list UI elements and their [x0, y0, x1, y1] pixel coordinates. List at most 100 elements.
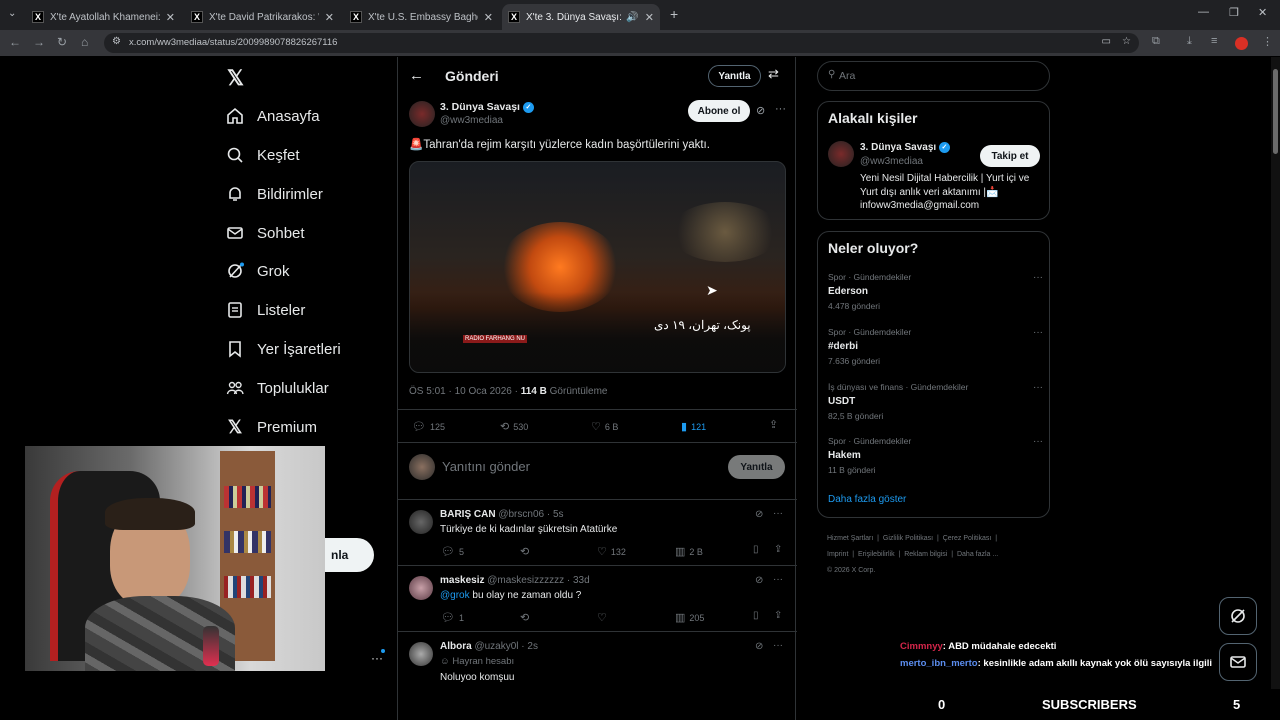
bookmark-count[interactable]: ▮ 121: [681, 420, 706, 433]
close-icon[interactable]: ✕: [645, 11, 654, 24]
nav-item-messages[interactable]: Sohbet: [225, 223, 305, 243]
search-box[interactable]: ⚲ Ara: [817, 61, 1050, 91]
close-icon[interactable]: ✕: [484, 11, 493, 24]
reply-item[interactable]: Albora @uzaky0l · 2s ⊘ ··· ☺ Hayran hesa…: [398, 631, 797, 691]
grok-float-button[interactable]: [1219, 597, 1257, 635]
trend-item[interactable]: Spor · Gündemdekiler #derbi 7.636 gönder…: [828, 327, 1043, 366]
close-icon[interactable]: ✕: [325, 11, 334, 24]
trend-item[interactable]: İş dünyası ve finans · Gündemdekiler USD…: [828, 382, 1043, 421]
grok-icon[interactable]: ⊘: [755, 575, 763, 586]
mention-link[interactable]: @grok: [440, 590, 470, 601]
menu-icon[interactable]: ⋮: [1262, 35, 1273, 48]
close-icon[interactable]: ✕: [166, 11, 175, 24]
footer-link[interactable]: Çerez Politikası: [943, 535, 992, 542]
trend-item[interactable]: Spor · Gündemdekiler Hakem 11 B gönderi …: [828, 436, 1043, 475]
reply-item[interactable]: BARIŞ CAN @brscn06 · 5s ⊘ ··· Türkiye de…: [398, 499, 797, 565]
messages-float-button[interactable]: [1219, 643, 1257, 681]
url-field[interactable]: ⚙ x.com/ww3mediaa/status/200998907882626…: [104, 33, 1139, 53]
related-name[interactable]: 3. Dünya Savaşı ✓: [860, 142, 950, 153]
footer-link[interactable]: Gizlilik Politikası: [883, 535, 933, 542]
header-reply-button[interactable]: Yanıtla: [708, 65, 761, 87]
reload-icon[interactable]: ↻: [57, 35, 67, 49]
grok-icon[interactable]: ⊘: [755, 641, 763, 652]
download-icon[interactable]: ⤓: [1187, 35, 1192, 48]
footer-link[interactable]: Reklam bilgisi: [904, 551, 947, 558]
repost-count[interactable]: ⟲ 530: [500, 420, 528, 433]
related-handle[interactable]: @ww3mediaa: [860, 156, 923, 167]
star-icon[interactable]: ☆: [1122, 36, 1131, 47]
grok-icon[interactable]: ⊘: [756, 104, 765, 117]
footer-link[interactable]: Imprint: [827, 551, 848, 558]
reply-compose-input[interactable]: Yanıtını gönder: [442, 459, 530, 474]
nav-item-grok[interactable]: Grok: [225, 261, 290, 281]
author-handle[interactable]: @ww3mediaa: [440, 115, 503, 126]
reply-author-name[interactable]: maskesiz: [440, 575, 484, 586]
author-name[interactable]: 3. Dünya Savaşı ✓: [440, 101, 534, 113]
reply-replies[interactable]: 💬︎ 5: [441, 545, 464, 558]
reply-author-name[interactable]: BARIŞ CAN: [440, 509, 496, 520]
reply-avatar[interactable]: [409, 642, 433, 666]
more-icon[interactable]: ···: [1033, 382, 1043, 393]
media-icon[interactable]: ≡: [1211, 35, 1217, 47]
author-avatar[interactable]: [409, 101, 435, 127]
more-icon[interactable]: ···: [1033, 327, 1043, 338]
reply-replies[interactable]: 💬︎ 1: [441, 611, 464, 624]
nav-item-explore[interactable]: Keşfet: [225, 145, 300, 165]
reply-views[interactable]: ▥ 2 B: [675, 545, 703, 558]
extensions-icon[interactable]: ⧉: [1152, 35, 1160, 48]
reply-reposts[interactable]: ⟲: [520, 611, 533, 624]
window-close-icon[interactable]: ✕: [1258, 6, 1267, 19]
more-icon[interactable]: ···: [1033, 272, 1043, 283]
reply-author-name[interactable]: Albora: [440, 641, 472, 652]
share-icon[interactable]: ⇪: [774, 610, 782, 621]
grok-icon[interactable]: ⊘: [755, 509, 763, 520]
nav-item-premium[interactable]: 𝕏 Premium: [225, 417, 317, 437]
reply-time[interactable]: 2s: [527, 641, 538, 652]
nav-item-home[interactable]: Anasayfa: [225, 106, 320, 126]
more-icon[interactable]: ···: [775, 103, 786, 115]
speaker-icon[interactable]: 🔊: [626, 12, 638, 23]
reply-handle[interactable]: @brscn06: [498, 509, 544, 520]
page-scrollbar[interactable]: [1271, 57, 1280, 689]
compose-reply-button[interactable]: Yanıtla: [728, 455, 785, 479]
nav-item-communities[interactable]: Topluluklar: [225, 378, 329, 398]
install-icon[interactable]: ▭: [1102, 36, 1111, 47]
browser-tab-4-active[interactable]: X X'te 3. Dünya Savaşı: "🚨 Ta 🔊 ✕: [502, 4, 660, 30]
more-icon[interactable]: ···: [773, 508, 783, 519]
show-more-link[interactable]: Daha fazla göster: [828, 494, 906, 505]
nav-item-notifications[interactable]: Bildirimler: [225, 184, 323, 204]
new-tab-icon[interactable]: +: [670, 6, 678, 22]
search-input[interactable]: Ara: [839, 70, 855, 82]
reply-time[interactable]: 5s: [553, 509, 564, 520]
account-more-icon[interactable]: ···: [371, 651, 383, 665]
reply-reposts[interactable]: ⟲: [520, 545, 533, 558]
profile-avatar[interactable]: [1235, 37, 1248, 50]
share-icon[interactable]: ⇪: [769, 418, 778, 431]
reply-likes[interactable]: ♡: [597, 611, 611, 624]
nav-item-bookmarks[interactable]: Yer İşaretleri: [225, 339, 341, 359]
bookmark-icon[interactable]: ▯: [753, 544, 759, 555]
more-icon[interactable]: ···: [1033, 436, 1043, 447]
x-logo-icon[interactable]: 𝕏: [227, 66, 244, 91]
reply-time[interactable]: 33d: [573, 575, 590, 586]
restore-icon[interactable]: ❐: [1229, 6, 1239, 19]
browser-tab-2[interactable]: X X'te David Patrikarakos: "What ✕: [185, 4, 340, 30]
share-icon[interactable]: ⇪: [774, 544, 782, 555]
nav-item-lists[interactable]: Listeler: [225, 300, 305, 320]
bookmark-icon[interactable]: ▯: [753, 610, 759, 621]
reply-handle[interactable]: @uzaky0l: [474, 641, 518, 652]
more-icon[interactable]: ···: [773, 640, 783, 651]
reply-views[interactable]: ▥ 205: [675, 611, 704, 624]
home-browser-icon[interactable]: ⌂: [81, 35, 88, 49]
minimize-icon[interactable]: —: [1198, 6, 1209, 18]
reply-avatar[interactable]: [409, 576, 433, 600]
like-count[interactable]: ♡ 6 B: [591, 420, 618, 433]
settings-sliders-icon[interactable]: ⇄: [768, 66, 779, 82]
back-icon[interactable]: ←: [9, 35, 21, 49]
footer-link[interactable]: Erişilebilirlik: [858, 551, 895, 558]
follow-button[interactable]: Takip et: [980, 145, 1040, 167]
footer-link[interactable]: Hizmet Şartları: [827, 535, 873, 542]
back-arrow-icon[interactable]: ←: [409, 67, 424, 84]
footer-link[interactable]: Daha fazla ...: [957, 551, 998, 558]
own-avatar[interactable]: [409, 454, 435, 480]
